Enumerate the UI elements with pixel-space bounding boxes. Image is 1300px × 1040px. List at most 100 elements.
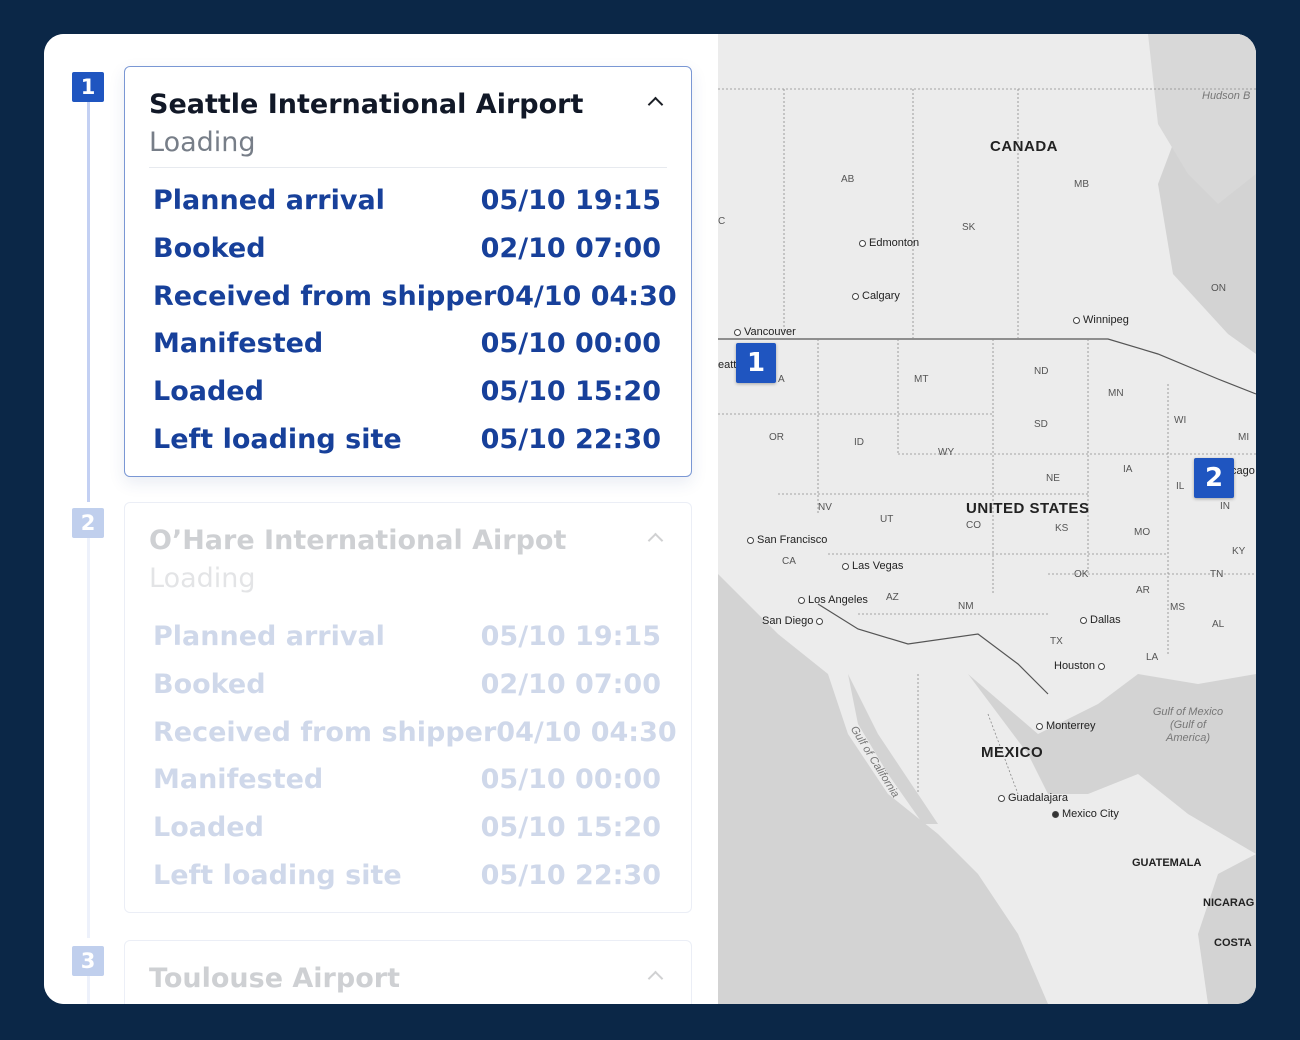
event-time: 04/10 04:30 xyxy=(496,716,677,748)
map-city-label: Guadalajara xyxy=(998,792,1068,804)
map-region-label: ND xyxy=(1034,366,1049,377)
map-country-label: MEXICO xyxy=(981,744,1044,761)
map-region-label: AL xyxy=(1212,619,1225,630)
map-region-label: MS xyxy=(1170,602,1185,613)
map-city-label: Los Angeles xyxy=(798,594,868,606)
map-region-label: SD xyxy=(1034,419,1048,430)
stop-status: Loading xyxy=(149,127,256,158)
map-region-label: NV xyxy=(818,502,832,513)
map-region-label: NE xyxy=(1046,473,1060,484)
map-country-label: NICARAG xyxy=(1203,897,1255,909)
map-marker[interactable]: 2 xyxy=(1194,458,1234,498)
stop-number-badge: 3 xyxy=(72,946,104,976)
map-country-label: UNITED STATES xyxy=(966,500,1090,517)
stop-name: Toulouse Airport xyxy=(149,963,400,994)
map-region-label: TX xyxy=(1050,636,1063,647)
event-label: Planned arrival xyxy=(153,184,385,216)
event-label: Booked xyxy=(153,668,266,700)
stops-panel: 1 Seattle International Airport Loading … xyxy=(44,34,718,1004)
map-region-label: LA xyxy=(1146,652,1159,663)
event-row: Received from shipper 04/10 04:30 xyxy=(153,712,677,752)
map-region-label: WI xyxy=(1174,415,1187,426)
map-region-label: AB xyxy=(841,174,855,185)
map-region-label: MB xyxy=(1074,179,1089,190)
chevron-up-icon[interactable] xyxy=(647,96,664,113)
event-row: Booked 02/10 07:00 xyxy=(153,664,661,704)
event-time: 05/10 00:00 xyxy=(480,763,661,795)
stop-card[interactable]: Toulouse Airport xyxy=(124,940,692,1004)
map-region-label: OK xyxy=(1074,569,1089,580)
map-city-label: Calgary xyxy=(852,290,900,302)
map-region-label: IN xyxy=(1220,501,1230,512)
event-label: Received from shipper xyxy=(153,716,497,748)
map-city-label: San Diego xyxy=(762,615,826,627)
map-region-label: MI xyxy=(1238,432,1250,443)
map-region-label: AZ xyxy=(886,592,899,603)
map-region-label: MN xyxy=(1108,388,1124,399)
map-region-label: ON xyxy=(1211,283,1226,294)
event-label: Left loading site xyxy=(153,859,402,891)
map-city-label: Monterrey xyxy=(1036,720,1096,732)
event-label: Manifested xyxy=(153,327,324,359)
stop-card[interactable]: Seattle International Airport Loading Pl… xyxy=(124,66,692,477)
event-label: Left loading site xyxy=(153,423,402,455)
map-city-label: Mexico City xyxy=(1052,808,1119,820)
stop-number-badge: 1 xyxy=(72,72,104,102)
map-region-label: OR xyxy=(769,432,784,443)
event-row: Planned arrival 05/10 19:15 xyxy=(153,616,661,656)
app-window: 1 Seattle International Airport Loading … xyxy=(44,34,1256,1004)
divider xyxy=(149,167,667,168)
timeline-rail xyxy=(87,102,90,502)
event-time: 05/10 19:15 xyxy=(480,184,661,216)
map-region-label: NM xyxy=(958,601,974,612)
map-water-label: Hudson B xyxy=(1202,90,1251,102)
route-map[interactable]: Hudson B CANADA UNITED STATES MEXICO GUA… xyxy=(718,34,1256,1004)
map-region-label: KS xyxy=(1055,523,1069,534)
event-time: 05/10 15:20 xyxy=(480,375,661,407)
event-row: Planned arrival 05/10 19:15 xyxy=(153,180,661,220)
chevron-up-icon[interactable] xyxy=(647,532,664,549)
stop-card[interactable]: O’Hare International Airpot Loading Plan… xyxy=(124,502,692,913)
map-city-label: eatt xyxy=(718,359,737,371)
map-city-label: Dallas xyxy=(1080,614,1121,626)
map-city-label: Edmonton xyxy=(859,237,919,249)
map-country-label: COSTA xyxy=(1214,937,1252,949)
map-region-label: MO xyxy=(1134,527,1151,538)
event-time: 05/10 22:30 xyxy=(480,423,661,455)
map-country-label: CANADA xyxy=(990,138,1058,155)
map-city-label: Vancouver xyxy=(734,326,796,338)
event-label: Loaded xyxy=(153,811,264,843)
stop-status: Loading xyxy=(149,563,256,594)
map-region-label: KY xyxy=(1232,546,1246,557)
stop-name: Seattle International Airport xyxy=(149,89,584,120)
map-region-label: UT xyxy=(880,514,894,525)
map-region-label: CO xyxy=(966,520,981,531)
stop-name: O’Hare International Airpot xyxy=(149,525,567,556)
event-time: 05/10 15:20 xyxy=(480,811,661,843)
map-city-label: San Francisco xyxy=(747,534,827,546)
map-region-label: ID xyxy=(854,437,864,448)
map-city-label: Winnipeg xyxy=(1073,314,1129,326)
map-region-label: A xyxy=(778,374,785,385)
event-time: 02/10 07:00 xyxy=(480,668,661,700)
map-region-label: MT xyxy=(914,374,929,385)
map-city-label: Las Vegas xyxy=(842,560,903,572)
event-time: 04/10 04:30 xyxy=(496,280,677,312)
chevron-up-icon[interactable] xyxy=(647,970,664,987)
timeline-rail xyxy=(87,976,90,1004)
map-region-label: WY xyxy=(938,447,955,458)
stop-number-badge: 2 xyxy=(72,508,104,538)
event-time: 05/10 00:00 xyxy=(480,327,661,359)
map-region-label: IA xyxy=(1123,464,1133,475)
event-row: Manifested 05/10 00:00 xyxy=(153,323,661,363)
map-region-label: IL xyxy=(1176,481,1185,492)
map-region-label: CA xyxy=(782,556,796,567)
event-row: Left loading site 05/10 22:30 xyxy=(153,419,661,459)
event-label: Manifested xyxy=(153,763,324,795)
map-marker[interactable]: 1 xyxy=(736,343,776,383)
event-time: 05/10 19:15 xyxy=(480,620,661,652)
timeline-rail xyxy=(87,538,90,938)
map-water-label: Gulf of Mexico (Gulf of America) xyxy=(1152,706,1224,744)
event-label: Loaded xyxy=(153,375,264,407)
event-label: Received from shipper xyxy=(153,280,497,312)
